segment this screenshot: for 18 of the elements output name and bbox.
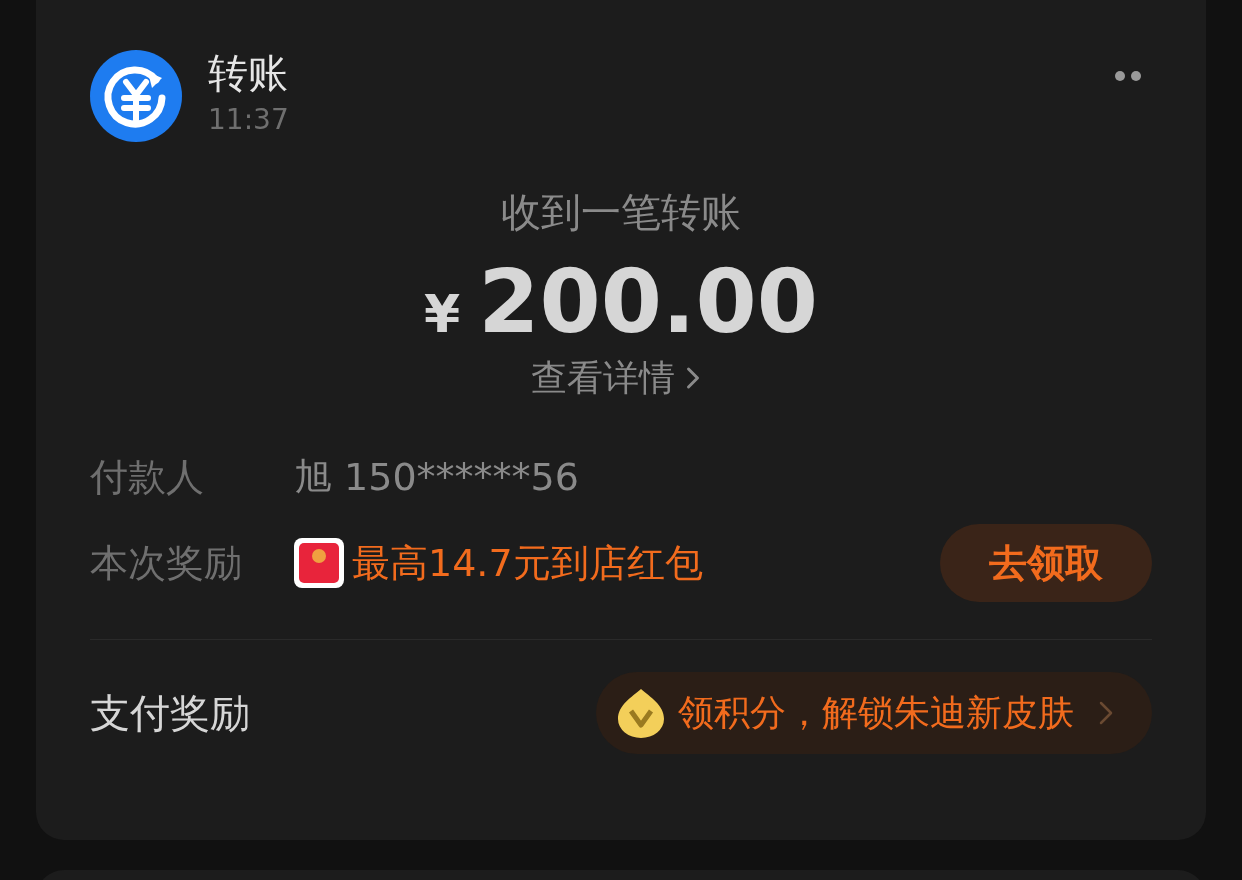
row-label: 付款人 [90,453,205,501]
message-title: 转账 [208,49,289,98]
row-value: 旭 150******56 [294,453,579,501]
headline: 收到一笔转账 [501,188,741,237]
details-link[interactable]: 查看详情 [531,353,711,403]
claim-button[interactable]: 去领取 [940,524,1152,602]
row-label: 本次奖励 [90,539,243,587]
more-icon[interactable] [1114,70,1142,82]
footer-label: 支付奖励 [90,689,250,738]
promo-text: 领积分，解锁朱迪新皮肤 [678,691,1074,735]
envelope-icon [294,538,344,588]
promo-pill[interactable]: 领积分，解锁朱迪新皮肤 [596,672,1152,754]
reward-text: 最高14.7元到店红包 [352,539,703,587]
coin-icon [616,687,666,739]
transfer-icon [90,50,182,142]
amount: 200.00 [478,252,818,352]
currency-symbol: ¥ [424,283,461,346]
message-time: 11:37 [208,102,289,138]
